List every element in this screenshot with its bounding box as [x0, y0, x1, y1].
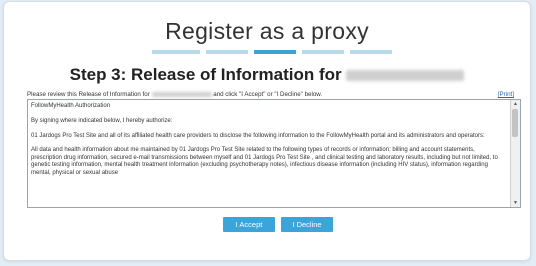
step-2-bar: [206, 50, 248, 54]
release-instructions: Please review this Release of Informatio…: [27, 91, 322, 98]
instructions-text-start: Please review this Release of Informatio…: [27, 91, 150, 98]
document-scrollbar[interactable]: ▲ ▼: [510, 100, 520, 207]
print-link[interactable]: [Print]: [498, 91, 514, 98]
scroll-down-arrow-icon[interactable]: ▼: [511, 199, 520, 207]
step-subtitle-text: Step 3: Release of Information for: [69, 65, 342, 84]
step-subtitle: Step 3: Release of Information for: [4, 65, 530, 85]
step-1-bar: [152, 50, 200, 54]
document-paragraph-3: All data and health information about me…: [31, 147, 498, 176]
step-3-bar: [254, 50, 296, 54]
registration-panel: Register as a proxy Step 3: Release of I…: [3, 1, 531, 261]
instructions-text-end: and click "I Accept" or "I Decline" belo…: [213, 91, 323, 98]
step-5-bar: [350, 50, 392, 54]
redacted-name: [151, 91, 212, 97]
release-document-box[interactable]: FollowMyHealth Authorization By signing …: [27, 99, 521, 208]
decline-button[interactable]: I Decline: [281, 217, 333, 232]
document-heading: FollowMyHealth Authorization: [31, 103, 111, 109]
accept-button[interactable]: I Accept: [223, 217, 275, 232]
document-paragraph-1: By signing where indicated below, I here…: [31, 117, 173, 124]
page-title: Register as a proxy: [165, 18, 369, 44]
document-paragraph-2: 01 Jardogs Pro Test Site and all of its …: [31, 132, 485, 139]
release-document-content: FollowMyHealth Authorization By signing …: [31, 103, 505, 184]
step-4-bar: [302, 50, 344, 54]
scroll-up-arrow-icon[interactable]: ▲: [511, 100, 520, 108]
scrollbar-thumb[interactable]: [512, 109, 518, 137]
redacted-patient-name: [346, 70, 465, 82]
